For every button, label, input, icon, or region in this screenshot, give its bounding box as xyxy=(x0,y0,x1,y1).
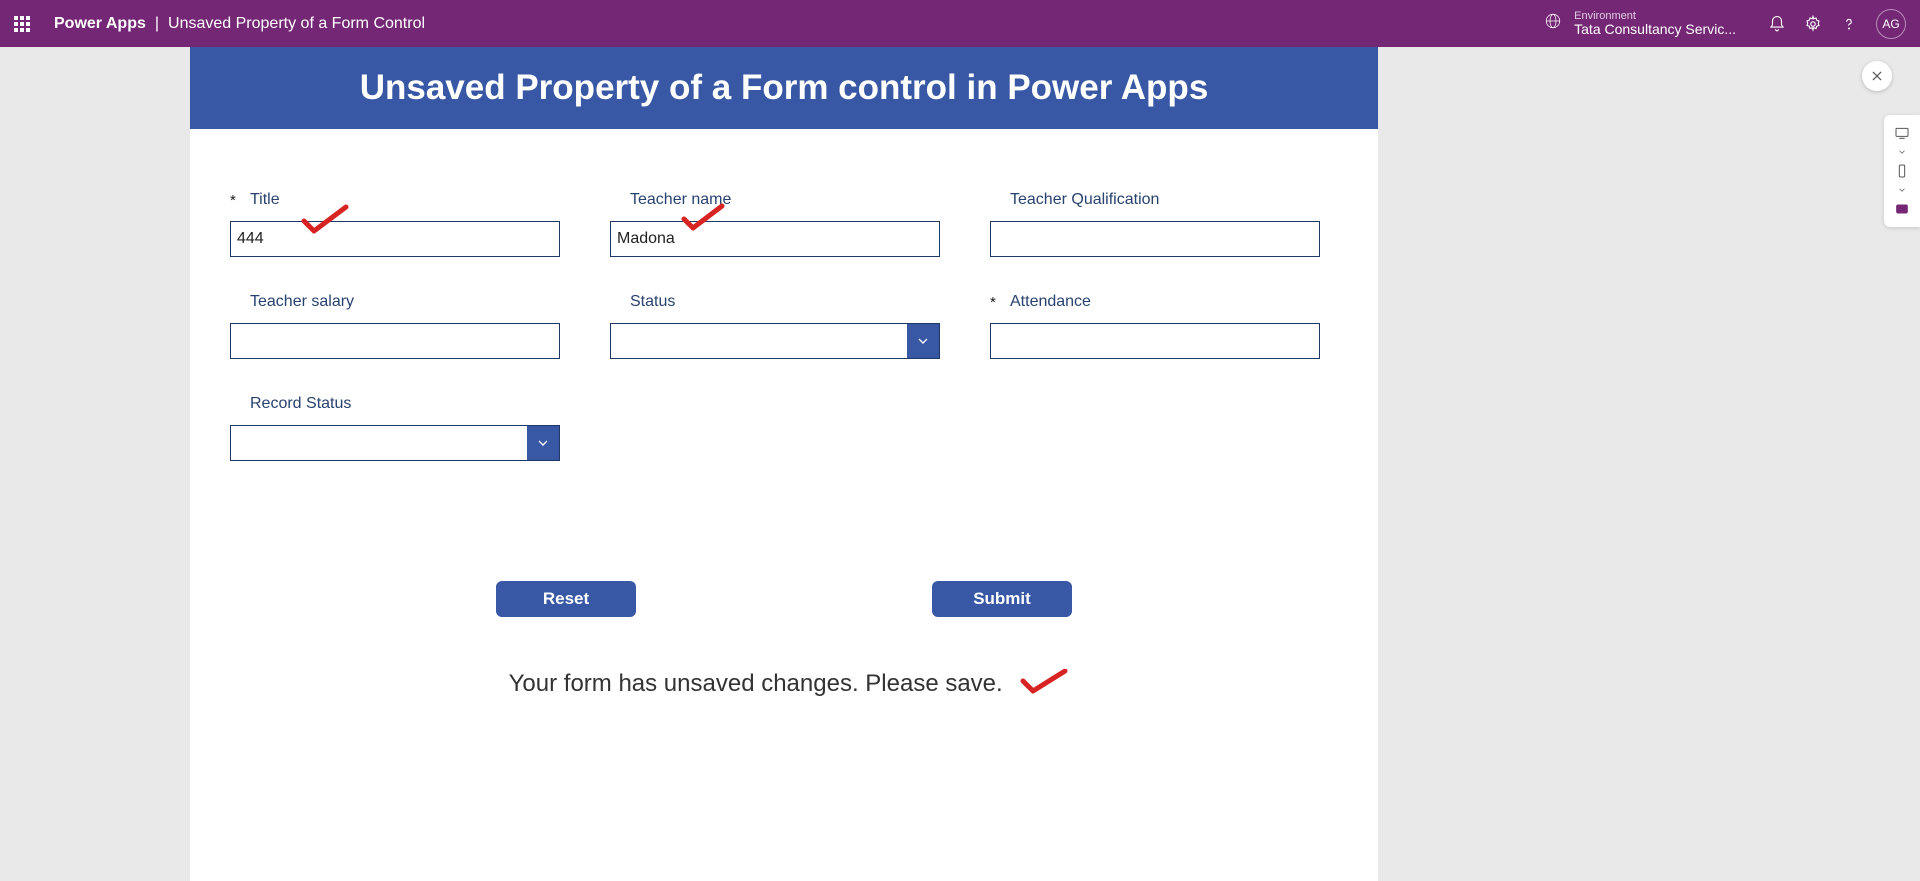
field-record-status: Record Status xyxy=(230,393,560,461)
brand-name[interactable]: Power Apps xyxy=(54,15,146,33)
dropdown-value xyxy=(611,324,907,358)
required-star: * xyxy=(230,192,244,209)
field-label: Teacher salary xyxy=(250,293,354,311)
environment-selector[interactable]: Environment Tata Consultancy Servic... xyxy=(1544,10,1736,37)
close-preview-button[interactable] xyxy=(1862,61,1892,91)
status-text: Your form has unsaved changes. Please sa… xyxy=(509,670,1003,697)
status-dropdown[interactable] xyxy=(610,323,940,359)
chevron-down-icon xyxy=(527,426,559,460)
submit-button[interactable]: Submit xyxy=(932,581,1072,617)
field-attendance: * Attendance xyxy=(990,291,1320,359)
chevron-down-icon[interactable] xyxy=(1897,185,1907,195)
unsaved-status-message: Your form has unsaved changes. Please sa… xyxy=(230,665,1338,698)
top-bar: Power Apps | Unsaved Property of a Form … xyxy=(0,0,1920,47)
avatar-initials: AG xyxy=(1882,17,1899,31)
page-title: Unsaved Property of a Form Control xyxy=(168,15,425,33)
field-teacher-name: Teacher name xyxy=(610,189,940,257)
environment-value: Tata Consultancy Servic... xyxy=(1574,22,1736,37)
app-launcher-icon[interactable] xyxy=(14,16,30,32)
device-desktop-icon[interactable] xyxy=(1894,125,1910,141)
avatar[interactable]: AG xyxy=(1876,9,1906,39)
brand-separator: | xyxy=(155,15,159,33)
attendance-input[interactable] xyxy=(990,323,1320,359)
chevron-down-icon[interactable] xyxy=(1897,147,1907,157)
device-fit-icon[interactable] xyxy=(1894,201,1910,217)
field-teacher-qualification: Teacher Qualification xyxy=(990,189,1320,257)
app-banner: Unsaved Property of a Form control in Po… xyxy=(190,47,1378,129)
field-label: Attendance xyxy=(1010,293,1091,311)
reset-button[interactable]: Reset xyxy=(496,581,636,617)
close-icon xyxy=(1870,69,1884,83)
field-label: Title xyxy=(250,191,280,209)
field-label: Record Status xyxy=(250,395,351,413)
stage: Unsaved Property of a Form control in Po… xyxy=(0,47,1920,881)
gear-icon[interactable] xyxy=(1804,15,1822,33)
annotation-check-icon xyxy=(1019,669,1069,702)
field-status: Status xyxy=(610,291,940,359)
teacher-qualification-input[interactable] xyxy=(990,221,1320,257)
title-input[interactable] xyxy=(230,221,560,257)
teacher-name-input[interactable] xyxy=(610,221,940,257)
chevron-down-icon xyxy=(907,324,939,358)
field-title: * Title xyxy=(230,189,560,257)
field-label: Status xyxy=(630,293,675,311)
app-banner-title: Unsaved Property of a Form control in Po… xyxy=(360,68,1209,108)
field-teacher-salary: Teacher salary xyxy=(230,291,560,359)
device-mobile-icon[interactable] xyxy=(1894,163,1910,179)
device-panel xyxy=(1884,115,1920,227)
bell-icon[interactable] xyxy=(1768,15,1786,33)
field-label: Teacher Qualification xyxy=(1010,191,1159,209)
record-status-dropdown[interactable] xyxy=(230,425,560,461)
teacher-salary-input[interactable] xyxy=(230,323,560,359)
form: * Title Teacher name xyxy=(190,129,1378,698)
dropdown-value xyxy=(231,426,527,460)
app-canvas: Unsaved Property of a Form control in Po… xyxy=(190,47,1378,881)
globe-icon xyxy=(1544,12,1562,35)
field-label: Teacher name xyxy=(630,191,731,209)
help-icon[interactable] xyxy=(1840,15,1858,33)
required-star: * xyxy=(990,294,1004,311)
